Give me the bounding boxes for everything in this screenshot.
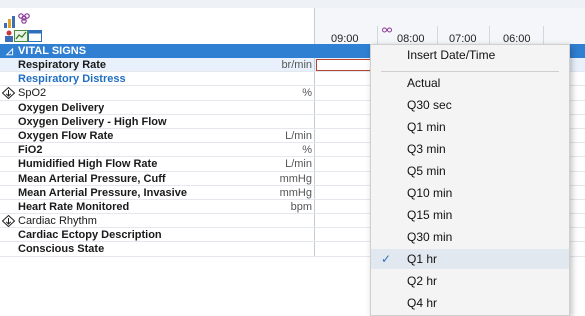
biohazard-marker-icon — [382, 27, 392, 33]
menu-item-q30-sec[interactable]: Q30 sec — [371, 95, 569, 115]
menu-item-q15-min[interactable]: Q15 min — [371, 205, 569, 225]
column-divider — [314, 114, 315, 128]
column-divider — [314, 185, 315, 199]
column-divider — [314, 242, 315, 256]
row-label: Respiratory Rate — [18, 59, 107, 71]
menu-item-label: Q1 hr — [407, 252, 438, 266]
checkmark-icon: ✓ — [381, 252, 392, 266]
column-divider — [314, 143, 315, 157]
row-label: Oxygen Delivery — [18, 101, 105, 114]
window-icon[interactable] — [28, 30, 42, 42]
time-column-header: 09:00 08:00 07:00 06:00 — [314, 8, 585, 45]
row-unit: % — [302, 144, 312, 157]
toolbar — [0, 8, 314, 44]
interval-context-menu: Insert Date/Time Actual Q30 sec Q1 min Q… — [370, 44, 570, 316]
menu-item-q2-hr[interactable]: Q2 hr — [371, 271, 569, 291]
column-divider — [314, 214, 315, 228]
row-label: Oxygen Delivery - High Flow — [18, 115, 167, 128]
row-label: SpO2 — [18, 87, 47, 100]
section-title: VITAL SIGNS — [18, 45, 87, 57]
bar-chart-icon[interactable] — [4, 16, 16, 28]
menu-item-q1-min[interactable]: Q1 min — [371, 117, 569, 137]
row-unit: mmHg — [279, 186, 312, 199]
column-divider — [314, 72, 315, 86]
diamond-arrow-icon — [2, 87, 15, 100]
row-unit: bpm — [290, 200, 312, 213]
row-unit: L/min — [285, 129, 312, 142]
row-unit: L/min — [285, 158, 312, 171]
menu-item-q3-min[interactable]: Q3 min — [371, 139, 569, 159]
row-unit: % — [302, 87, 312, 100]
insert-date-time-menu-item[interactable]: Insert Date/Time — [371, 45, 569, 65]
biohazard-icon[interactable] — [17, 12, 31, 24]
column-divider — [314, 58, 315, 72]
row-label: Heart Rate Monitored — [18, 200, 130, 213]
row-unit: br/min — [281, 59, 312, 71]
row-label: Conscious State — [18, 243, 105, 256]
column-divider — [314, 100, 315, 114]
collapse-triangle-icon[interactable]: ◿ — [6, 44, 13, 58]
menu-item-q4-hr[interactable]: Q4 hr — [371, 293, 569, 313]
menu-item-q5-min[interactable]: Q5 min — [371, 161, 569, 181]
row-label: Mean Arterial Pressure, Invasive — [18, 186, 187, 199]
menu-separator — [381, 71, 559, 72]
column-divider — [314, 199, 315, 214]
menu-item-actual[interactable]: Actual — [371, 73, 569, 93]
row-label-link[interactable]: Respiratory Distress — [18, 73, 126, 85]
row-label: FiO2 — [18, 144, 43, 157]
row-label: Oxygen Flow Rate — [18, 129, 114, 142]
column-divider — [314, 171, 315, 185]
trend-chart-icon[interactable] — [14, 30, 28, 42]
time-separator — [377, 26, 378, 44]
row-label: Cardiac Rhythm — [18, 215, 97, 228]
column-divider — [314, 228, 315, 242]
row-label: Cardiac Ectopy Description — [18, 229, 162, 242]
time-separator — [437, 26, 438, 44]
menu-item-q1-hr[interactable]: ✓ Q1 hr — [371, 249, 569, 269]
menu-item-q30-min[interactable]: Q30 min — [371, 227, 569, 247]
row-label: Humidified High Flow Rate — [18, 158, 158, 171]
time-separator — [543, 26, 544, 44]
column-divider — [314, 157, 315, 171]
row-unit: mmHg — [279, 172, 312, 185]
time-separator — [489, 26, 490, 44]
diamond-arrow-icon — [2, 215, 15, 228]
row-label: Mean Arterial Pressure, Cuff — [18, 172, 166, 185]
column-divider — [314, 86, 315, 100]
user-icon[interactable] — [4, 30, 14, 42]
menu-item-q10-min[interactable]: Q10 min — [371, 183, 569, 203]
top-strip — [0, 0, 585, 8]
column-divider — [314, 128, 315, 143]
